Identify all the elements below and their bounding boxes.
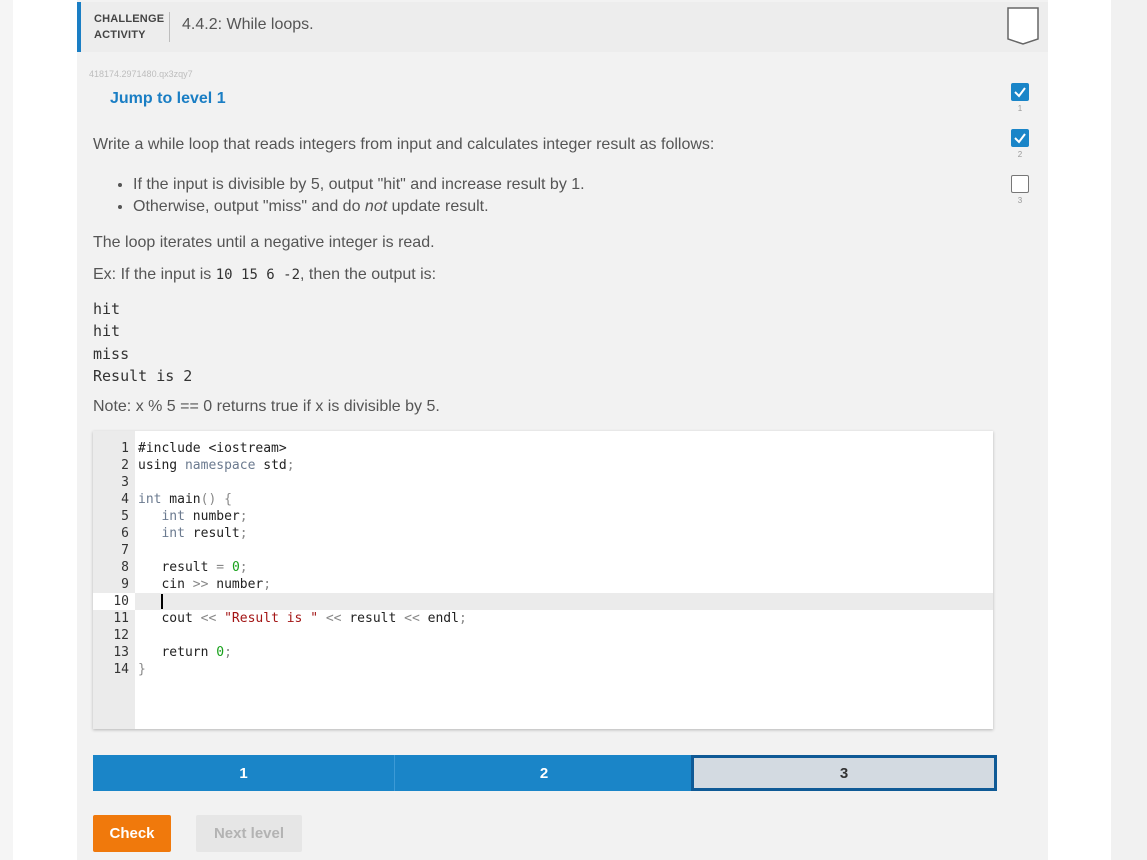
activity-id: 418174.2971480.qx3zqy7 xyxy=(89,69,193,79)
bullet-hit: If the input is divisible by 5, output "… xyxy=(133,174,585,196)
output-line: hit xyxy=(93,322,121,340)
prompt-bullets: If the input is divisible by 5, output "… xyxy=(93,174,585,218)
prompt-intro: Write a while loop that reads integers f… xyxy=(93,136,715,153)
output-line: Result is 2 xyxy=(93,367,193,385)
level-complete-icon xyxy=(1011,129,1029,147)
example-text: Ex: If the input is 10 15 6 -2, then the… xyxy=(93,266,437,283)
code-line[interactable]: 14} xyxy=(93,661,993,678)
level-progress-bar: 1 2 3 xyxy=(93,755,997,791)
loop-note: The loop iterates until a negative integ… xyxy=(93,234,435,251)
bullet-miss: Otherwise, output "miss" and do not upda… xyxy=(133,196,585,218)
activity-title: 4.4.2: While loops. xyxy=(182,16,314,33)
output-line: hit xyxy=(93,300,121,318)
level-incomplete-icon xyxy=(1011,175,1029,193)
check-button[interactable]: Check xyxy=(93,815,171,852)
level-complete-icon xyxy=(1011,83,1029,101)
code-line[interactable]: 4 int main() { xyxy=(93,491,993,508)
code-line[interactable]: 13 return 0; xyxy=(93,644,993,661)
side-level-1[interactable]: 1 xyxy=(1010,83,1030,113)
code-line[interactable]: 8 result = 0; xyxy=(93,559,993,576)
example-input-code: 10 15 6 -2 xyxy=(215,267,301,283)
code-line[interactable]: 3 xyxy=(93,474,993,491)
code-editor[interactable]: 1 #include <iostream> 2 using namespace st… xyxy=(93,431,993,729)
level-3-tab[interactable]: 3 xyxy=(691,755,997,791)
divisibility-note: Note: x % 5 == 0 returns true if x is di… xyxy=(93,398,440,415)
code-line[interactable]: 1 #include <iostream> xyxy=(93,440,993,457)
side-level-3[interactable]: 3 xyxy=(1010,175,1030,205)
code-line[interactable]: 6 int result; xyxy=(93,525,993,542)
level-1-tab[interactable]: 1 xyxy=(93,755,394,791)
code-line[interactable]: 11 cout << "Result is " << result << end… xyxy=(93,610,993,627)
jump-to-level-link[interactable]: Jump to level 1 xyxy=(110,90,226,108)
code-line[interactable]: 9 cin >> number; xyxy=(93,576,993,593)
code-line-active[interactable]: 10 xyxy=(93,593,993,610)
code-line[interactable]: 7 xyxy=(93,542,993,559)
challenge-activity-label: CHALLENGE ACTIVITY xyxy=(94,13,165,41)
code-line[interactable]: 12 xyxy=(93,627,993,644)
output-line: miss xyxy=(93,345,130,363)
bookmark-icon[interactable] xyxy=(1007,7,1039,45)
header-divider xyxy=(169,12,170,42)
side-level-2[interactable]: 2 xyxy=(1010,129,1030,159)
text-cursor xyxy=(161,594,163,609)
next-level-button[interactable]: Next level xyxy=(196,815,302,852)
code-line[interactable]: 5 int number; xyxy=(93,508,993,525)
code-line[interactable]: 2 using namespace std; xyxy=(93,457,993,474)
activity-card xyxy=(77,0,1048,860)
level-2-tab[interactable]: 2 xyxy=(394,755,693,791)
activity-header: CHALLENGE ACTIVITY 4.4.2: While loops. xyxy=(77,2,1048,52)
